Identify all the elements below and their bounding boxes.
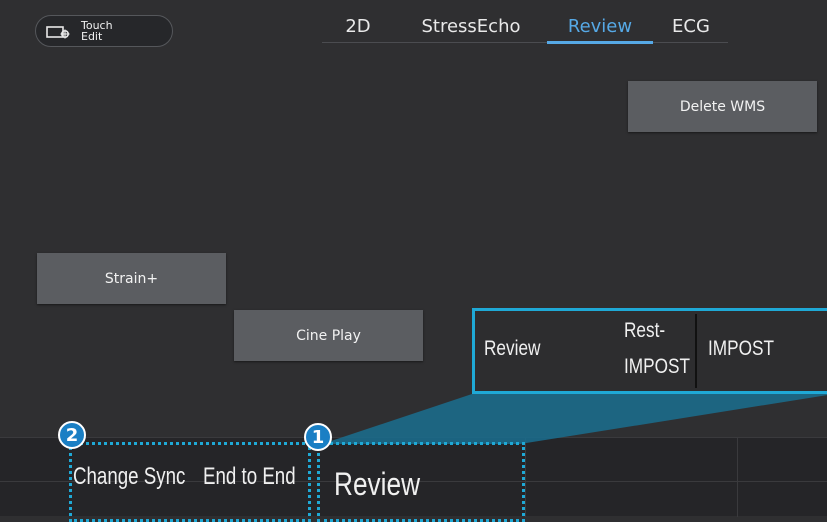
tab-active-indicator: [547, 41, 653, 44]
tab-ecg[interactable]: ECG: [665, 14, 717, 42]
mode-tab-bar: 2D StressEcho Review ECG: [322, 14, 728, 44]
tab-stressecho[interactable]: StressEcho: [406, 14, 536, 42]
callout-badge-1: 1: [304, 423, 332, 451]
callout-divider: [695, 314, 697, 388]
callout-impost-option[interactable]: IMPOST: [708, 337, 774, 361]
cine-play-button[interactable]: Cine Play: [234, 310, 423, 361]
tab-review[interactable]: Review: [550, 14, 650, 42]
callout-review-option[interactable]: Review: [484, 337, 540, 361]
softkey-column-divider: [737, 438, 738, 517]
callout-badge-2: 2: [58, 421, 86, 449]
softkey-column-divider: [525, 438, 526, 517]
tab-divider: [322, 42, 728, 43]
tab-2d[interactable]: 2D: [336, 14, 380, 42]
callout-rest-impost-line1[interactable]: Rest-: [624, 319, 665, 343]
review-callout-popup: Review Rest- IMPOST IMPOST: [472, 308, 827, 394]
touch-edit-icon: [46, 26, 70, 39]
sync-highlight-region: [69, 442, 311, 522]
touch-edit-label: Touch Edit: [81, 19, 113, 43]
delete-wms-button[interactable]: Delete WMS: [628, 81, 817, 132]
touch-edit-button[interactable]: Touch Edit: [35, 15, 173, 47]
callout-rest-impost-line2[interactable]: IMPOST: [624, 355, 690, 379]
review-highlight-region: [317, 442, 525, 522]
strain-plus-button[interactable]: Strain+: [37, 253, 226, 304]
